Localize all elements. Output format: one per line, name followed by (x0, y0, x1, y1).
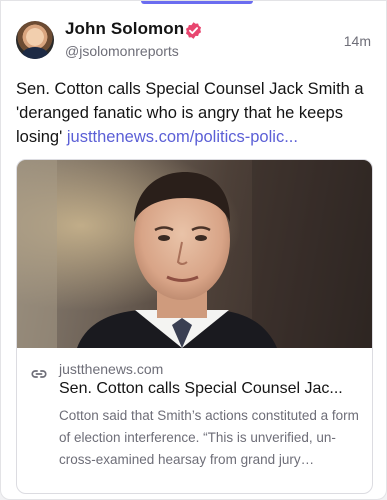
link-preview-description: Cotton said that Smith’s actions constit… (59, 408, 359, 467)
link-preview-image[interactable] (17, 160, 372, 348)
link-preview-domain: justthenews.com (59, 361, 164, 377)
verified-badge-icon (185, 22, 202, 39)
link-preview-meta[interactable]: justthenews.com Sen. Cotton calls Specia… (17, 348, 372, 493)
avatar[interactable] (16, 21, 54, 59)
active-tab-indicator (141, 1, 253, 4)
post-link[interactable]: justthenews.com/politics-polic... (67, 128, 298, 146)
portrait-illustration (17, 160, 372, 348)
post-body: Sen. Cotton calls Special Counsel Jack S… (16, 77, 376, 149)
link-icon (31, 370, 47, 378)
post-timestamp[interactable]: 14m (344, 33, 371, 49)
post-card[interactable]: John Solomon @jsolomonreports 14m Sen. C… (0, 0, 387, 500)
author-handle[interactable]: @jsolomonreports (65, 43, 179, 59)
author-name[interactable]: John Solomon (65, 19, 184, 39)
link-preview-card[interactable]: justthenews.com Sen. Cotton calls Specia… (16, 159, 373, 494)
link-preview-title[interactable]: Sen. Cotton calls Special Counsel Jac... (59, 380, 359, 398)
